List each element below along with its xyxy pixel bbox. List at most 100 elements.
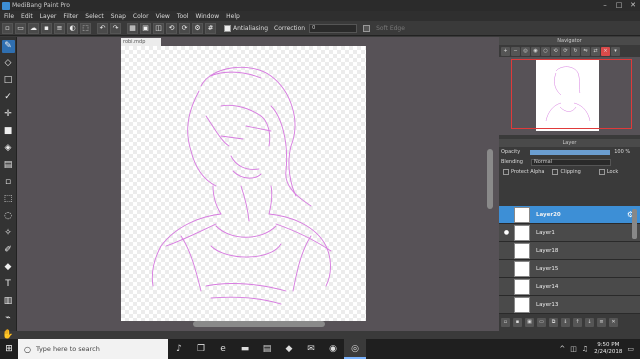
- medibang-taskbar-icon[interactable]: ◎: [344, 339, 366, 359]
- layer-row-layer14[interactable]: Layer14: [499, 278, 640, 296]
- menu-filter[interactable]: Filter: [63, 13, 78, 20]
- gradient-tool-icon[interactable]: ▤: [2, 159, 15, 172]
- lasso-select-icon[interactable]: ◌: [2, 210, 15, 223]
- rotate-reset-icon[interactable]: ↻: [571, 46, 580, 56]
- rectangle-tool-icon[interactable]: ■: [2, 125, 15, 138]
- add-folder-icon[interactable]: ▭: [537, 318, 546, 327]
- fill-tool-icon[interactable]: ◈: [2, 142, 15, 155]
- antialiasing-checkbox[interactable]: [224, 24, 231, 32]
- cloud-icon[interactable]: ☁: [28, 22, 39, 34]
- visibility-eye-icon[interactable]: [499, 296, 514, 314]
- menu-color[interactable]: Color: [133, 13, 149, 20]
- rotate-left-icon[interactable]: ⟲: [166, 22, 177, 34]
- menu-file[interactable]: File: [4, 13, 14, 20]
- opacity-slider[interactable]: [530, 149, 611, 155]
- layer-row-layer15[interactable]: Layer15: [499, 260, 640, 278]
- edge-browser-icon[interactable]: e: [212, 339, 234, 359]
- grid-icon[interactable]: #: [205, 22, 216, 34]
- move-up-icon[interactable]: ↑: [573, 318, 582, 327]
- zoom-in-icon[interactable]: +: [501, 46, 510, 56]
- open-file-icon[interactable]: ▭: [15, 22, 26, 34]
- delete-layer-icon[interactable]: ✕: [609, 318, 618, 327]
- correction-select[interactable]: 0: [309, 23, 358, 33]
- menu-help[interactable]: Help: [226, 13, 240, 20]
- save-icon[interactable]: ▪: [41, 22, 52, 34]
- merge-down-icon[interactable]: ⇓: [561, 318, 570, 327]
- team-icon[interactable]: ◐: [67, 22, 78, 34]
- new-1bit-layer-icon[interactable]: ▣: [525, 318, 534, 327]
- notifications-icon[interactable]: ▭: [627, 345, 634, 353]
- file-explorer-icon[interactable]: ▬: [234, 339, 256, 359]
- navigator-view-frame[interactable]: [511, 59, 632, 129]
- visibility-eye-icon[interactable]: ●: [499, 224, 514, 242]
- brush-tool-icon[interactable]: ✎: [1, 40, 15, 53]
- close-button[interactable]: ✕: [626, 0, 640, 11]
- layer-row-layer1[interactable]: ● Layer1: [499, 224, 640, 242]
- mcafee-icon[interactable]: ◆: [278, 339, 300, 359]
- undo-icon[interactable]: ↶: [97, 22, 108, 34]
- rotate-right-icon[interactable]: ⟳: [179, 22, 190, 34]
- lock-checkbox[interactable]: [598, 169, 605, 175]
- navigator-close-icon[interactable]: ×: [601, 46, 610, 56]
- deselect-icon[interactable]: ▣: [140, 22, 151, 34]
- navigator-expand-icon[interactable]: ▾: [611, 46, 620, 56]
- zoom-reset-icon[interactable]: ○: [541, 46, 550, 56]
- redo-icon[interactable]: ↷: [110, 22, 121, 34]
- menu-select[interactable]: Select: [85, 13, 104, 20]
- canvas-area[interactable]: robi.mdp: [17, 37, 499, 331]
- menu-window[interactable]: Window: [195, 13, 219, 20]
- layer-menu-icon[interactable]: ≡: [597, 318, 606, 327]
- tray-expand-icon[interactable]: ^: [559, 345, 565, 353]
- lasso-tool-icon[interactable]: ✓: [2, 91, 15, 104]
- horizontal-scrollbar[interactable]: [193, 321, 325, 327]
- menu-tool[interactable]: Tool: [177, 13, 189, 20]
- visibility-eye-icon[interactable]: [499, 260, 514, 278]
- new-halftone-layer-icon[interactable]: ▪: [513, 318, 522, 327]
- text-tool-icon[interactable]: T: [2, 278, 15, 291]
- eraser-tool-icon[interactable]: ◇: [2, 57, 15, 70]
- volume-icon[interactable]: ♫: [582, 345, 588, 353]
- layer-row-layer20[interactable]: Layer20 ⚙: [499, 206, 640, 224]
- new-layer-icon[interactable]: ▫: [501, 318, 510, 327]
- mail-icon[interactable]: ✉: [300, 339, 322, 359]
- flip-reset-icon[interactable]: ⇄: [591, 46, 600, 56]
- navigator-preview[interactable]: [499, 57, 640, 135]
- invert-selection-icon[interactable]: ◫: [153, 22, 164, 34]
- zoom-out-icon[interactable]: −: [511, 46, 520, 56]
- menu-view[interactable]: View: [156, 13, 170, 20]
- visibility-eye-icon[interactable]: [499, 242, 514, 260]
- select-eraser-icon[interactable]: ◆: [2, 261, 15, 274]
- move-tool-icon[interactable]: ✛: [2, 108, 15, 121]
- microphone-icon[interactable]: ♪: [168, 339, 190, 359]
- new-file-icon[interactable]: ▫: [2, 22, 13, 34]
- layer-row-layer13[interactable]: Layer13: [499, 296, 640, 314]
- eyedropper-icon[interactable]: ⌁: [2, 312, 15, 325]
- taskbar-search[interactable]: ○ Type here to search: [18, 339, 168, 359]
- dot-tool-icon[interactable]: ▫: [2, 176, 15, 189]
- vertical-scrollbar[interactable]: [487, 149, 493, 209]
- layer-list-scrollbar[interactable]: [632, 209, 637, 239]
- share-icon[interactable]: ⬚: [80, 22, 91, 34]
- layers-icon[interactable]: ≡: [54, 22, 65, 34]
- menu-edit[interactable]: Edit: [21, 13, 33, 20]
- magic-wand-icon[interactable]: ✧: [2, 227, 15, 240]
- windows-start-icon[interactable]: ⊞: [0, 339, 18, 359]
- visibility-eye-icon[interactable]: [499, 278, 514, 296]
- menu-snap[interactable]: Snap: [111, 13, 126, 20]
- move-down-icon[interactable]: ↓: [585, 318, 594, 327]
- duplicate-layer-icon[interactable]: ⧉: [549, 318, 558, 327]
- soft-edge-checkbox[interactable]: [363, 24, 371, 32]
- zoom-fit-icon[interactable]: ◎: [521, 46, 530, 56]
- select-all-icon[interactable]: ▦: [127, 22, 138, 34]
- rotate-ccw-icon[interactable]: ⟲: [551, 46, 560, 56]
- task-view-icon[interactable]: ❐: [190, 339, 212, 359]
- flip-horizontal-icon[interactable]: ⇋: [581, 46, 590, 56]
- protect-alpha-checkbox[interactable]: [503, 169, 509, 175]
- select-pen-icon[interactable]: ✐: [2, 244, 15, 257]
- clock[interactable]: 9:50 PM 2/24/2018: [594, 342, 622, 356]
- store-icon[interactable]: ▤: [256, 339, 278, 359]
- maximize-button[interactable]: □: [612, 0, 626, 11]
- network-icon[interactable]: ◫: [570, 345, 577, 353]
- visibility-eye-icon[interactable]: [499, 206, 514, 224]
- steam-icon[interactable]: ◉: [322, 339, 344, 359]
